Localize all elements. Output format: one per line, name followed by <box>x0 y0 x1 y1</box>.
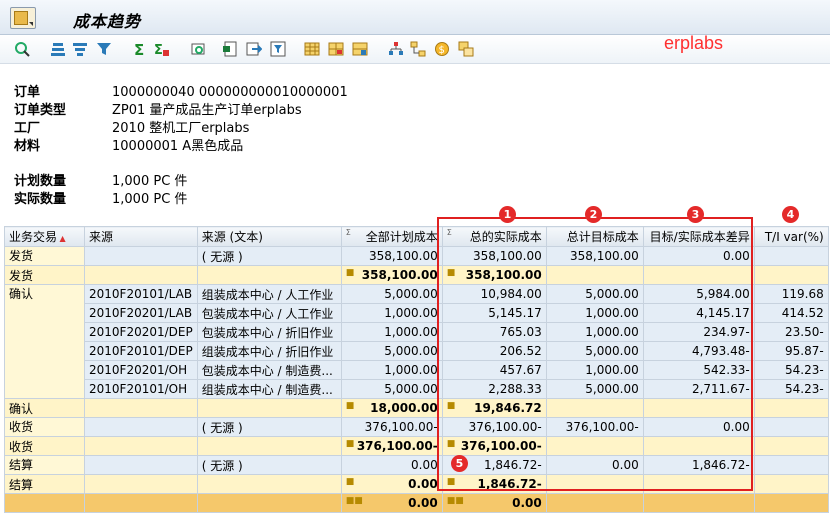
col-header-total-plan[interactable]: Σ 全部计划成本 <box>340 226 443 247</box>
badge-1: 1 <box>499 206 516 223</box>
plan-cell: 376,100.00- <box>340 417 443 437</box>
badge-5: 5 <box>451 455 468 472</box>
order-type-value: ZP01 量产成品生产订单erplabs <box>112 103 302 118</box>
ti-var-cell: 23.50- <box>753 322 829 342</box>
plan-cell: 358,100.00 <box>340 246 443 266</box>
print-preview-icon[interactable] <box>190 41 206 57</box>
source-text-cell: ( 无源 ) <box>196 455 342 475</box>
source-text-cell: 组装成本中心 / 折旧作业 <box>196 341 342 361</box>
sort-descending-icon[interactable] <box>72 41 88 57</box>
svg-text:$: $ <box>439 45 445 56</box>
plan-cell: 1,000.00 <box>340 360 443 380</box>
actual-qty-label: 实际数量 <box>14 192 67 207</box>
plan-cell: 1,000.00 <box>340 303 443 323</box>
erplabs-watermark: erplabs <box>664 33 724 53</box>
plan-cell: 5,000.00 <box>340 379 443 399</box>
col-header-business-txn[interactable]: 业务交易 ▲ <box>4 226 85 247</box>
hierarchy-icon[interactable] <box>388 41 404 57</box>
source-text-cell: ( 无源 ) <box>196 246 342 266</box>
txn-cell: 结算 <box>4 455 85 475</box>
subtotal-plan: ■ 0.00 <box>340 474 443 494</box>
plan-cell: 5,000.00 <box>340 341 443 361</box>
grand-total-row[interactable]: ■■ 0.00 ■■ 0.00 <box>4 493 829 513</box>
plan-cell: 0.00 <box>340 455 443 475</box>
subtotal-plan: ■ 358,100.00 <box>340 265 443 285</box>
source-text-cell: 组装成本中心 / 制造费... <box>196 379 342 399</box>
source-cell: 2010F20201/OH <box>84 360 198 380</box>
ti-var-cell <box>753 455 829 475</box>
source-text-cell: 包装成本中心 / 制造费... <box>196 360 342 380</box>
order-header: 订单 1000000040 000000000010000001 订单类型 ZP… <box>14 84 414 234</box>
sum-icon[interactable]: Σ <box>132 41 148 57</box>
material-label: 材料 <box>14 139 41 154</box>
settings-icon[interactable] <box>458 41 474 57</box>
source-cell <box>84 246 198 266</box>
col-header-ti-var[interactable]: T/I var(%) <box>753 226 829 247</box>
layout-grid-icon[interactable] <box>304 41 320 57</box>
subtotal-plan: ■ 376,100.00- <box>340 436 443 456</box>
title-bar: 成本趋势 <box>0 0 830 35</box>
subtotal-label: 确认 <box>4 398 85 418</box>
plan-cell: 5,000.00 <box>340 284 443 304</box>
planned-qty-value: 1,000 PC 件 <box>112 174 188 189</box>
badge-3: 3 <box>687 206 704 223</box>
ti-var-cell <box>753 417 829 437</box>
plant-label: 工厂 <box>14 121 41 136</box>
badge-2: 2 <box>585 206 602 223</box>
system-menu-button[interactable] <box>10 7 36 29</box>
badge-4: 4 <box>782 206 799 223</box>
order-value: 1000000040 000000000010000001 <box>112 85 348 100</box>
change-layout-icon[interactable] <box>328 41 344 57</box>
material-value: 10000001 A黑色成品 <box>112 139 244 154</box>
export-icon[interactable] <box>246 41 262 57</box>
source-cell <box>84 455 198 475</box>
subtotal-label: 结算 <box>4 474 85 494</box>
currency-icon[interactable]: $ <box>434 41 450 57</box>
ti-var-cell: 54.23- <box>753 360 829 380</box>
source-text-cell: ( 无源 ) <box>196 417 342 437</box>
order-type-label: 订单类型 <box>14 103 67 118</box>
subtotal-icon[interactable]: Σ <box>154 41 170 57</box>
filter-icon[interactable] <box>96 41 112 57</box>
source-text-cell: 包装成本中心 / 人工作业 <box>196 303 342 323</box>
txn-cell: 收货 <box>4 417 85 437</box>
layout-filter-icon[interactable] <box>270 41 286 57</box>
subtotal-plan: ■ 18,000.00 <box>340 398 443 418</box>
svg-text:Σ: Σ <box>134 41 144 57</box>
ti-var-cell: 119.68 <box>753 284 829 304</box>
col-header-source[interactable]: 来源 <box>84 226 198 247</box>
ti-var-cell: 414.52 <box>753 303 829 323</box>
txn-cell: 发货 <box>4 246 85 266</box>
source-cell: 2010F20201/LAB <box>84 303 198 323</box>
details-icon[interactable] <box>14 41 30 57</box>
export-excel-icon[interactable] <box>222 41 238 57</box>
subtotal-label: 发货 <box>4 265 85 285</box>
source-cell: 2010F20201/DEP <box>84 322 198 342</box>
source-cell: 2010F20101/DEP <box>84 341 198 361</box>
grand-total-actual: ■■ 0.00 <box>441 493 547 513</box>
grand-total-plan: ■■ 0.00 <box>340 493 443 513</box>
ti-var-cell: 54.23- <box>753 379 829 399</box>
source-text-cell: 包装成本中心 / 折旧作业 <box>196 322 342 342</box>
order-label: 订单 <box>14 85 41 100</box>
ti-var-cell <box>753 246 829 266</box>
ti-var-cell: 95.87- <box>753 341 829 361</box>
actual-qty-value: 1,000 PC 件 <box>112 192 188 207</box>
save-layout-icon[interactable] <box>352 41 368 57</box>
window-title: 成本趋势 <box>73 12 142 31</box>
txn-cell: 确认 <box>4 284 85 399</box>
source-cell <box>84 417 198 437</box>
source-text-cell: 组装成本中心 / 人工作业 <box>196 284 342 304</box>
drilldown-icon[interactable] <box>410 41 426 57</box>
plant-value: 2010 整机工厂erplabs <box>112 121 250 136</box>
col-header-source-text[interactable]: 来源 (文本) <box>196 226 342 247</box>
sort-ascending-icon[interactable] <box>50 41 66 57</box>
svg-text:Σ: Σ <box>154 43 163 57</box>
highlight-box <box>437 217 753 491</box>
source-cell: 2010F20101/OH <box>84 379 198 399</box>
subtotal-label: 收货 <box>4 436 85 456</box>
plan-cell: 1,000.00 <box>340 322 443 342</box>
planned-qty-label: 计划数量 <box>14 174 67 189</box>
source-cell: 2010F20101/LAB <box>84 284 198 304</box>
